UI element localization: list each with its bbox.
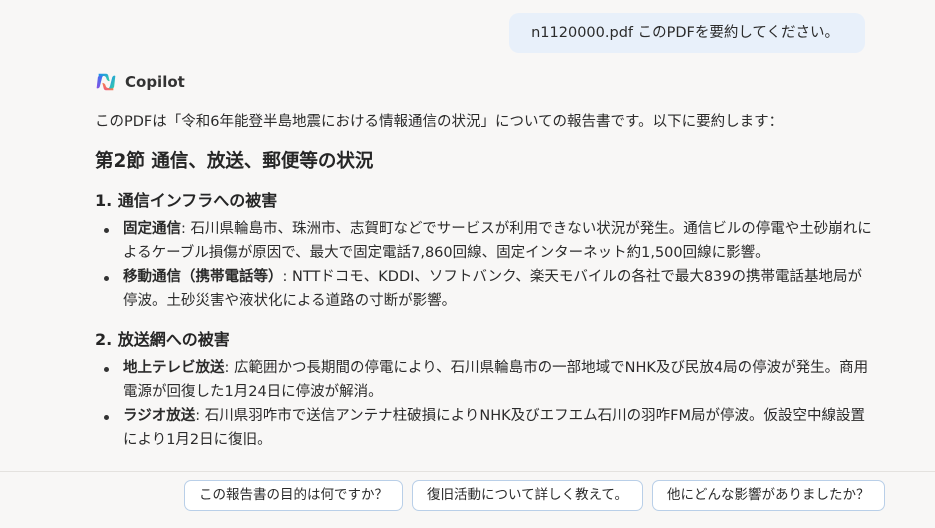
item-text: : 広範囲かつ長期間の停電により、石川県輪島市の一部地域でNHK及び民放4局の停…: [123, 360, 869, 400]
suggestion-chip-impact[interactable]: 他にどんな影響がありましたか？: [652, 480, 885, 511]
item-text: : 石川県輪島市、珠洲市、志賀町などでサービスが利用できない状況が発生。通信ビル…: [123, 221, 872, 261]
bullet-icon: [104, 228, 109, 233]
suggestion-bar: この報告書の目的は何ですか？ 復旧活動について詳しく教えて。 他にどんな影響があ…: [0, 471, 935, 528]
response-heading: 第2節 通信、放送、郵便等の状況: [95, 151, 374, 172]
section-title: 1. 通信インフラへの被害: [95, 191, 278, 210]
item-term: 地上テレビ放送: [123, 360, 225, 376]
bullet-icon: [104, 276, 109, 281]
list-item: ラジオ放送: 石川県羽咋市で送信アンテナ柱破損によりNHK及びエフエム石川の羽咋…: [95, 405, 875, 452]
bullet-list: 固定通信: 石川県輪島市、珠洲市、志賀町などでサービスが利用できない状況が発生。…: [95, 218, 875, 313]
suggestion-chip-purpose[interactable]: この報告書の目的は何ですか？: [184, 480, 403, 511]
assistant-header: Copilot: [95, 71, 185, 93]
section-broadcast: 2. 放送網への被害 地上テレビ放送: 広範囲かつ長期間の停電により、石川県輪島…: [95, 327, 875, 452]
list-item: 移動通信（携帯電話等）: NTTドコモ、KDDI、ソフトバンク、楽天モバイルの各…: [95, 266, 875, 313]
list-item: 地上テレビ放送: 広範囲かつ長期間の停電により、石川県輪島市の一部地域でNHK及…: [95, 357, 875, 404]
suggestion-chips: この報告書の目的は何ですか？ 復旧活動について詳しく教えて。 他にどんな影響があ…: [184, 480, 885, 511]
assistant-name: Copilot: [125, 73, 185, 91]
list-item: 固定通信: 石川県輪島市、珠洲市、志賀町などでサービスが利用できない状況が発生。…: [95, 218, 875, 265]
response-intro: このPDFは「令和6年能登半島地震における情報通信の状況」についての報告書です。…: [95, 114, 784, 130]
copilot-logo-icon: [96, 73, 116, 91]
suggestion-chip-recovery[interactable]: 復旧活動について詳しく教えて。: [412, 480, 644, 511]
user-message-bubble: n1120000.pdf このPDFを要約してください。: [509, 13, 865, 53]
bullet-icon: [104, 367, 109, 372]
item-term: 移動通信（携帯電話等）: [123, 269, 283, 285]
section-title: 2. 放送網への被害: [95, 330, 230, 349]
item-term: 固定通信: [123, 221, 181, 237]
copilot-chat-page: n1120000.pdf このPDFを要約してください。 Copilot このP…: [0, 0, 935, 528]
assistant-response: このPDFは「令和6年能登半島地震における情報通信の状況」についての報告書です。…: [95, 110, 875, 453]
bullet-icon: [104, 415, 109, 420]
bullet-list: 地上テレビ放送: 広範囲かつ長期間の停電により、石川県輪島市の一部地域でNHK及…: [95, 357, 875, 452]
section-telecom: 1. 通信インフラへの被害 固定通信: 石川県輪島市、珠洲市、志賀町などでサービ…: [95, 188, 875, 313]
item-term: ラジオ放送: [123, 408, 196, 424]
item-text: : 石川県羽咋市で送信アンテナ柱破損によりNHK及びエフエム石川の羽咋FM局が停…: [123, 408, 865, 448]
